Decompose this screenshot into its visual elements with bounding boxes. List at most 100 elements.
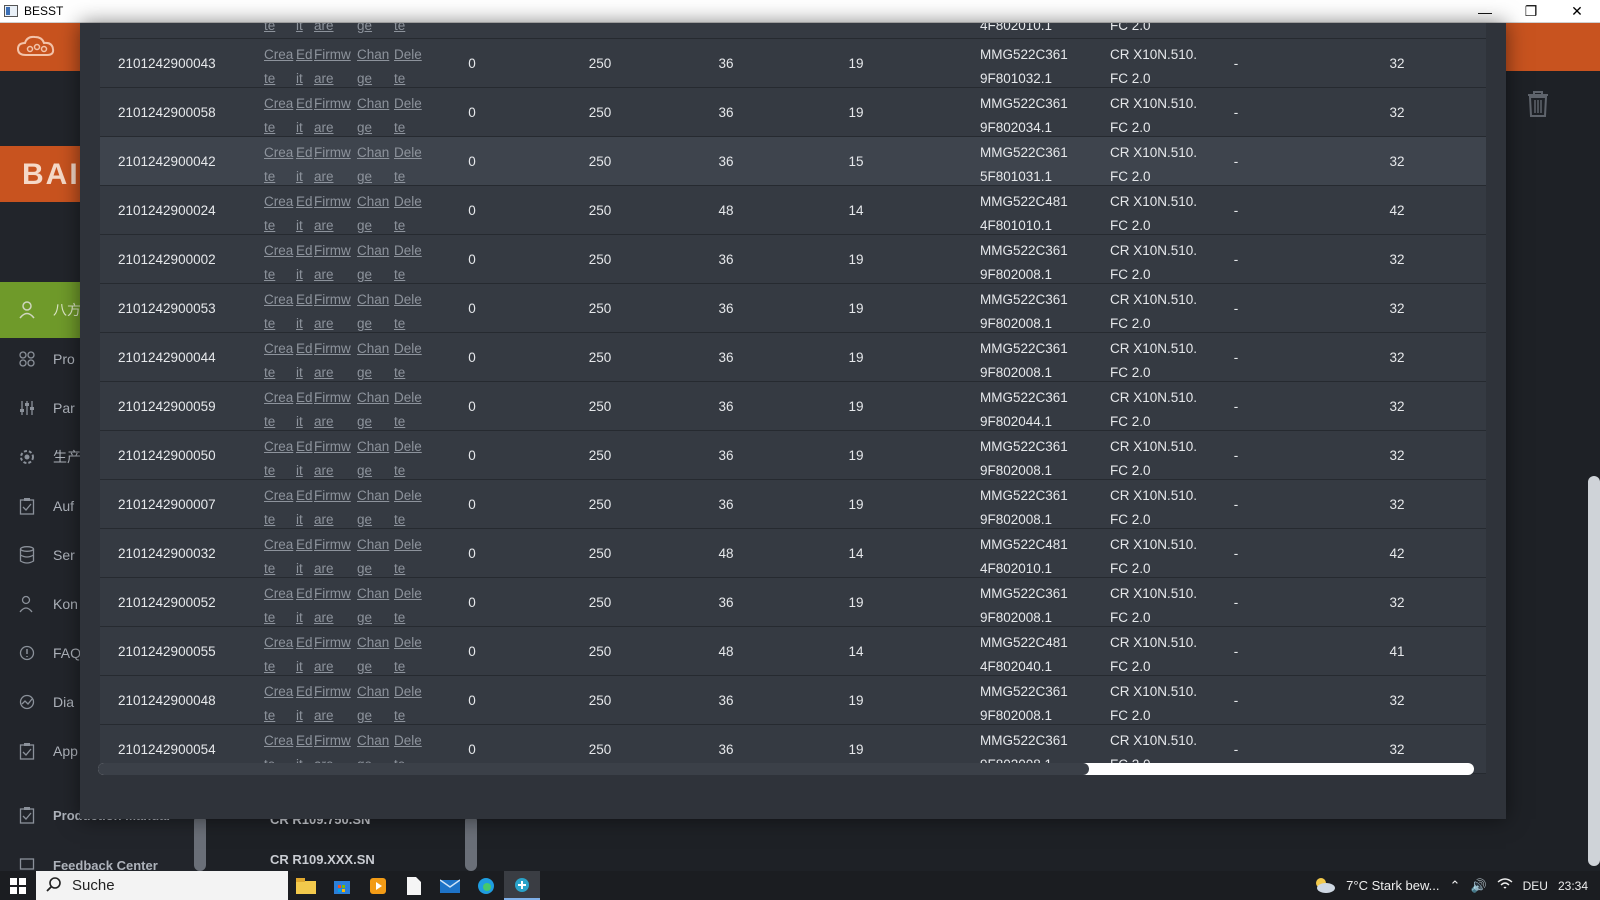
- create-link[interactable]: Create: [264, 533, 293, 581]
- create-link[interactable]: Create: [264, 239, 293, 287]
- delete-link[interactable]: Delete: [394, 386, 422, 434]
- edit-link[interactable]: Edit: [296, 484, 313, 532]
- media-player-icon[interactable]: [360, 871, 396, 900]
- clock[interactable]: 23:34: [1558, 879, 1588, 893]
- document-icon[interactable]: [396, 871, 432, 900]
- minimize-button[interactable]: —: [1462, 0, 1508, 23]
- cloud-icon[interactable]: [14, 33, 60, 61]
- edit-link[interactable]: Edit: [296, 288, 313, 336]
- edit-link[interactable]: Edit: [296, 386, 313, 434]
- weather-icon[interactable]: [1312, 875, 1336, 896]
- taskbar-search[interactable]: Suche: [36, 871, 288, 900]
- firmware-link[interactable]: Firmware: [314, 141, 351, 189]
- mail-icon[interactable]: [432, 871, 468, 900]
- change-link[interactable]: Change: [357, 582, 389, 630]
- delete-link[interactable]: te: [394, 23, 405, 38]
- change-link[interactable]: Change: [357, 190, 389, 238]
- delete-link[interactable]: Delete: [394, 533, 422, 581]
- create-link[interactable]: Create: [264, 484, 293, 532]
- speaker-icon[interactable]: 🔊: [1470, 878, 1486, 894]
- firmware-link[interactable]: Firmware: [314, 239, 351, 287]
- chevron-up-icon[interactable]: ⌃: [1450, 878, 1461, 894]
- delete-link[interactable]: Delete: [394, 582, 422, 630]
- firmware-link[interactable]: Firmware: [314, 582, 351, 630]
- change-link[interactable]: ge: [357, 23, 372, 38]
- change-link[interactable]: Change: [357, 533, 389, 581]
- page-scrollbar[interactable]: [1588, 476, 1600, 866]
- windows-start-icon[interactable]: [0, 871, 36, 900]
- create-link[interactable]: Create: [264, 190, 293, 238]
- change-link[interactable]: Change: [357, 435, 389, 483]
- restore-button[interactable]: ❐: [1508, 0, 1554, 23]
- change-link[interactable]: Change: [357, 239, 389, 287]
- change-link[interactable]: Change: [357, 631, 389, 679]
- delete-link[interactable]: Delete: [394, 92, 422, 140]
- firmware-link[interactable]: Firmware: [314, 533, 351, 581]
- create-link[interactable]: Create: [264, 288, 293, 336]
- edit-link[interactable]: Edit: [296, 92, 313, 140]
- firmware-link[interactable]: Firmware: [314, 631, 351, 679]
- change-link[interactable]: Change: [357, 288, 389, 336]
- edit-link[interactable]: Edit: [296, 190, 313, 238]
- close-button[interactable]: ✕: [1554, 0, 1600, 23]
- create-link[interactable]: Create: [264, 337, 293, 385]
- file-explorer-icon[interactable]: [288, 871, 324, 900]
- create-link[interactable]: Create: [264, 680, 293, 728]
- create-link[interactable]: Create: [264, 435, 293, 483]
- besst-app-icon[interactable]: [504, 871, 540, 900]
- firmware-link[interactable]: Firmware: [314, 680, 351, 728]
- delete-link[interactable]: Delete: [394, 435, 422, 483]
- delete-link[interactable]: Delete: [394, 141, 422, 189]
- create-link[interactable]: Create: [264, 386, 293, 434]
- edit-link[interactable]: Edit: [296, 141, 313, 189]
- firmware-link[interactable]: Firmware: [314, 484, 351, 532]
- edge-browser-icon[interactable]: [468, 871, 504, 900]
- edit-link[interactable]: Edit: [296, 533, 313, 581]
- create-link[interactable]: Create: [264, 92, 293, 140]
- change-link[interactable]: Change: [357, 484, 389, 532]
- delete-link[interactable]: Delete: [394, 337, 422, 385]
- edit-link[interactable]: Edit: [296, 582, 313, 630]
- edit-link[interactable]: Edit: [296, 337, 313, 385]
- list-item[interactable]: CR R109.XXX.SN: [270, 852, 375, 867]
- scrollbar-thumb[interactable]: [98, 763, 1089, 775]
- firmware-link[interactable]: are: [314, 23, 334, 38]
- language-indicator[interactable]: DEU: [1523, 879, 1548, 893]
- table-horizontal-scrollbar[interactable]: [98, 763, 1474, 775]
- delete-link[interactable]: Delete: [394, 190, 422, 238]
- wifi-icon[interactable]: [1497, 877, 1513, 894]
- create-link[interactable]: Create: [264, 43, 293, 91]
- change-link[interactable]: Change: [357, 337, 389, 385]
- trash-icon[interactable]: [1526, 90, 1550, 118]
- firmware-link[interactable]: Firmware: [314, 92, 351, 140]
- firmware-link[interactable]: Firmware: [314, 190, 351, 238]
- firmware-link[interactable]: Firmware: [314, 43, 351, 91]
- delete-link[interactable]: Delete: [394, 631, 422, 679]
- store-icon[interactable]: [324, 871, 360, 900]
- delete-link[interactable]: Delete: [394, 680, 422, 728]
- change-link[interactable]: Change: [357, 680, 389, 728]
- edit-link[interactable]: Edit: [296, 631, 313, 679]
- delete-link[interactable]: Delete: [394, 288, 422, 336]
- change-link[interactable]: Change: [357, 92, 389, 140]
- edit-link[interactable]: Edit: [296, 680, 313, 728]
- edit-link[interactable]: Edit: [296, 239, 313, 287]
- create-link[interactable]: te: [264, 23, 275, 38]
- firmware-link[interactable]: Firmware: [314, 435, 351, 483]
- create-link[interactable]: Create: [264, 141, 293, 189]
- firmware-link[interactable]: Firmware: [314, 288, 351, 336]
- edit-link[interactable]: Edit: [296, 435, 313, 483]
- edit-link[interactable]: Edit: [296, 43, 313, 91]
- edit-link[interactable]: it: [296, 23, 303, 38]
- create-link[interactable]: Create: [264, 582, 293, 630]
- change-link[interactable]: Change: [357, 386, 389, 434]
- list-scrollbar[interactable]: [194, 815, 206, 871]
- delete-link[interactable]: Delete: [394, 43, 422, 91]
- list-scrollbar[interactable]: [465, 815, 477, 871]
- delete-link[interactable]: Delete: [394, 239, 422, 287]
- create-link[interactable]: Create: [264, 631, 293, 679]
- delete-link[interactable]: Delete: [394, 484, 422, 532]
- change-link[interactable]: Change: [357, 43, 389, 91]
- firmware-link[interactable]: Firmware: [314, 386, 351, 434]
- firmware-link[interactable]: Firmware: [314, 337, 351, 385]
